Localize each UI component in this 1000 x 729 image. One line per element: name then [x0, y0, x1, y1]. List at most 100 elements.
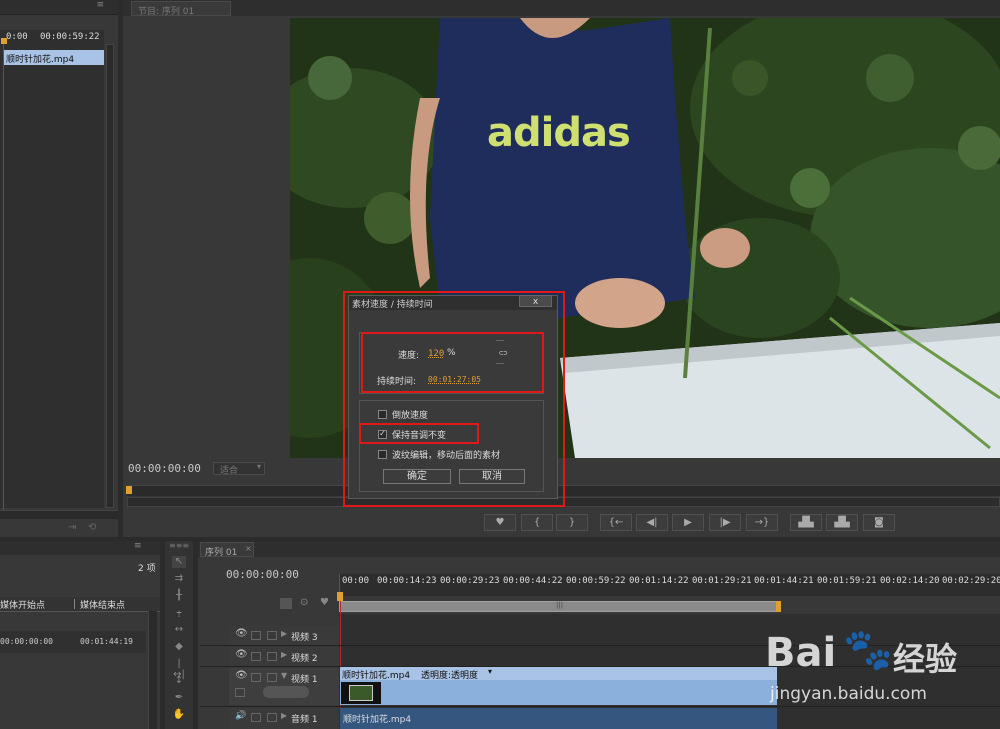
eye-icon[interactable]: 👁: [235, 649, 248, 660]
project-panel: ≡ 0:00 00:00:59:22 顺时针加花.mp4 ⇥ ⟲: [0, 0, 118, 537]
timeline-timecode: 00:00:00:00: [226, 568, 299, 581]
lock-icon[interactable]: [267, 652, 277, 661]
ruler-tick-label: 00:01:29:21: [692, 576, 752, 586]
sync-lock-icon[interactable]: [251, 713, 261, 722]
marker-icon[interactable]: ⊙: [300, 597, 308, 608]
mark-in-button[interactable]: {: [521, 514, 553, 531]
watermark: Bai 🐾 经验 jingyan.baidu.com: [765, 620, 1000, 706]
lock-icon[interactable]: [267, 673, 277, 682]
expand-arrow-icon[interactable]: ▶: [281, 650, 287, 659]
monitor-playhead[interactable]: [126, 486, 132, 494]
work-area-end-marker[interactable]: [776, 601, 781, 612]
export-icon[interactable]: ⇥: [68, 522, 76, 533]
item-count: 2 项: [138, 564, 156, 574]
mark-out-button[interactable]: }: [556, 514, 588, 531]
collapse-arrow-icon[interactable]: ▼: [281, 671, 287, 680]
work-area-bar[interactable]: |||: [339, 601, 778, 612]
media-scrollbar[interactable]: [148, 611, 157, 729]
ruler-tick-label: 00:01:44:21: [754, 576, 814, 586]
keyframe-nav-control[interactable]: [263, 686, 309, 698]
razor-tool-icon[interactable]: ◆: [172, 641, 186, 653]
ruler-tick-label: 00:02:29:20: [942, 576, 1000, 586]
selection-tool-icon[interactable]: ↖: [172, 556, 186, 568]
step-back-button[interactable]: ◀|: [636, 514, 668, 531]
sync-lock-icon[interactable]: [251, 631, 261, 640]
tab-program[interactable]: 节目: 序列 01: [131, 1, 231, 17]
video-clip[interactable]: 顺时针加花.mp4 透明度:透明度 ▾: [340, 667, 777, 705]
rate-stretch-tool-icon[interactable]: ↔: [172, 624, 186, 636]
track-name-audio-1: 音频 1: [291, 715, 318, 725]
track-name-video-1: 视频 1: [291, 675, 318, 685]
timeline-playhead-marker[interactable]: [337, 592, 343, 601]
keyframe-icon[interactable]: ♥: [320, 597, 329, 608]
chevron-down-icon: ▾: [256, 462, 261, 471]
go-to-in-button[interactable]: {←: [600, 514, 632, 531]
chevron-down-icon[interactable]: ▾: [488, 667, 492, 676]
ruler-tick-label: 00:00:44:22: [503, 576, 563, 586]
lock-icon[interactable]: [267, 713, 277, 722]
go-to-out-button[interactable]: →}: [746, 514, 778, 531]
speed-duration-highlight: [361, 332, 544, 393]
lock-icon[interactable]: [267, 631, 277, 640]
project-list: [0, 30, 104, 508]
display-style-button[interactable]: [235, 688, 245, 697]
timecode-end: 00:00:59:22: [40, 32, 100, 42]
watermark-url: jingyan.baidu.com: [770, 684, 927, 704]
speaker-icon[interactable]: 🔊: [235, 711, 246, 721]
track-header-video-1: 👁 ▼ 视频 1: [229, 668, 339, 705]
eye-icon[interactable]: 👁: [235, 670, 248, 681]
monitor-timecode: 00:00:00:00: [128, 462, 201, 475]
close-icon[interactable]: ×: [245, 544, 252, 553]
fit-dropdown[interactable]: 适合 ▾: [213, 462, 265, 476]
thumbnail-image: [349, 685, 373, 701]
sync-lock-icon[interactable]: [251, 652, 261, 661]
col-media-out[interactable]: 媒体结束点: [80, 598, 125, 611]
ruler-tick-label: 00:00:14:23: [377, 576, 437, 586]
expand-arrow-icon[interactable]: ▶: [281, 629, 287, 638]
rolling-edit-tool-icon[interactable]: ⨥: [172, 607, 186, 619]
media-row-out: 00:01:44:19: [80, 637, 133, 646]
col-media-in[interactable]: 媒体开始点: [0, 598, 45, 611]
video-clip-label: 顺时针加花.mp4: [342, 671, 411, 681]
horizontal-scrollbar[interactable]: [0, 510, 118, 519]
loop-icon[interactable]: ⟲: [88, 522, 96, 533]
audio-clip-label: 顺时针加花.mp4: [343, 715, 412, 725]
clip-thumbnail: [341, 682, 381, 704]
playhead-marker[interactable]: [1, 38, 7, 44]
panel-menu-icon[interactable]: ≡: [134, 541, 142, 551]
column-divider[interactable]: [74, 599, 75, 609]
slide-tool-icon[interactable]: ↕: [172, 675, 186, 687]
audio-clip[interactable]: 顺时针加花.mp4: [340, 708, 777, 729]
clip-name: 顺时针加花.mp4: [6, 55, 75, 65]
track-header-video-3: 👁 ▶ 视频 3: [229, 626, 339, 646]
panel-menu-icon[interactable]: ≡: [96, 0, 104, 10]
lift-button[interactable]: ▟▙: [790, 514, 822, 531]
ruler-tick-label: 00:00:29:23: [440, 576, 500, 586]
add-marker-button[interactable]: ♥: [484, 514, 516, 531]
paw-icon: 🐾: [843, 627, 893, 673]
extract-button[interactable]: ▟▙: [826, 514, 858, 531]
playhead-line: [3, 44, 4, 510]
track-divider: [200, 706, 1000, 707]
watermark-brand: Bai: [765, 630, 837, 676]
step-forward-button[interactable]: |▶: [709, 514, 741, 531]
media-row-in: 00:00:00:00: [0, 637, 53, 646]
sync-lock-icon[interactable]: [251, 673, 261, 682]
ripple-edit-tool-icon[interactable]: ╂: [172, 590, 186, 602]
hand-tool-icon[interactable]: ✋: [172, 709, 186, 721]
timeline-ruler[interactable]: 00:00 00:00:14:23 00:00:29:23 00:00:44:2…: [339, 574, 1000, 596]
export-frame-button[interactable]: ◙: [863, 514, 895, 531]
slip-tool-icon[interactable]: |↔|: [172, 658, 186, 680]
ruler-tick-label: 00:00:59:22: [566, 576, 626, 586]
snap-button[interactable]: [280, 598, 292, 609]
tab-sequence[interactable]: 序列 01 ×: [200, 542, 254, 558]
track-select-tool-icon[interactable]: ⇉: [172, 573, 186, 585]
eye-icon[interactable]: 👁: [235, 628, 248, 639]
pen-tool-icon[interactable]: ✒: [172, 692, 186, 704]
tab-sequence-label: 序列 01: [205, 548, 238, 558]
vertical-scrollbar[interactable]: [106, 44, 114, 508]
play-button[interactable]: ▶: [672, 514, 704, 531]
expand-arrow-icon[interactable]: ▶: [281, 711, 287, 720]
opacity-dropdown[interactable]: 透明度:透明度: [421, 668, 478, 681]
timecode-start: 0:00: [6, 32, 28, 42]
